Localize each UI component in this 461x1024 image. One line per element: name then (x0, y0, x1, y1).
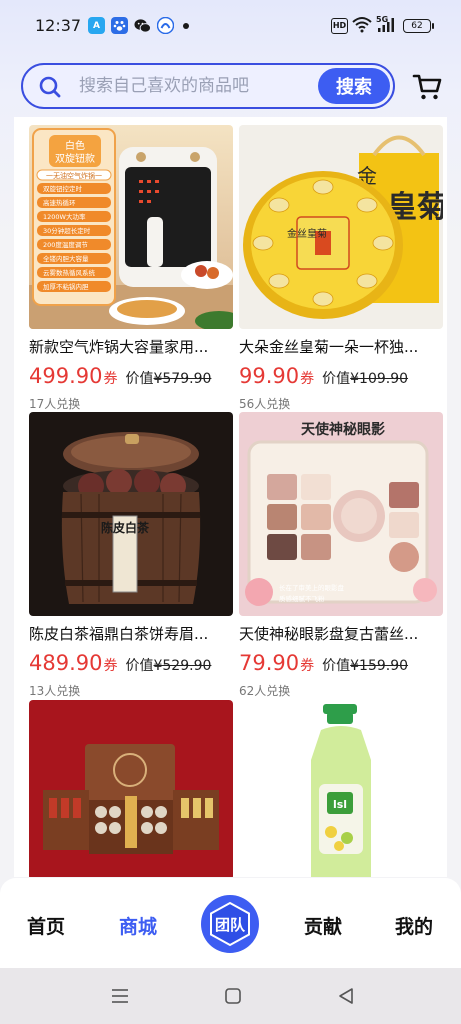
status-time: 12:37 (35, 16, 82, 35)
product-title: 天使神秘眼影盘复古蕾丝... (239, 625, 419, 643)
nav-contribute[interactable]: 贡献 (304, 912, 342, 939)
product-image (29, 700, 233, 877)
original-price: ¥159.90 (350, 658, 409, 674)
app-notification-icon: A (88, 17, 105, 34)
nav-mine[interactable]: 我的 (395, 912, 433, 939)
redeemed-count: 62人兑换 (239, 684, 291, 698)
search-bar: 搜索 (21, 63, 395, 109)
redeemed-count: 13人兑换 (29, 684, 81, 698)
bottom-navigation: 首页 商城 团队 贡献 我的 (0, 878, 461, 968)
value-label: 价值 (125, 658, 154, 674)
product-image: 皇菊 金 金丝皇菊 (239, 125, 443, 329)
feature-text: 200度温度调节 (43, 240, 88, 249)
image-text-model: 双旋钮款 (55, 152, 95, 165)
product-price: 99.90 (239, 364, 300, 388)
hd-icon: HD (331, 18, 348, 34)
product-grid: 白色 双旋钮款 一无油空气炸锅一 双旋钮控定时 高速热循环 1200W大功率 3… (14, 117, 447, 877)
image-text-headline: 天使神秘眼影 (301, 421, 385, 438)
product-card[interactable]: 皇菊 金 金丝皇菊 大朵金丝皇菊一朵一杯独... 99.90 券 价值 ¥109… (239, 125, 443, 412)
status-bar: 12:37 A HD 5G 62 (0, 0, 461, 52)
nav-mall[interactable]: 商城 (119, 912, 157, 939)
product-image: lsl (239, 700, 443, 877)
feature-text: 加厚不粘锅内胆 (43, 282, 89, 291)
value-label: 价值 (322, 658, 351, 674)
product-title: 陈皮白茶福鼎白茶饼寿眉... (29, 625, 209, 643)
product-price: 489.90 (29, 651, 103, 675)
redeemed-count: 17人兑换 (29, 397, 81, 411)
back-triangle-icon[interactable] (337, 987, 355, 1009)
product-card[interactable]: 陈皮白茶 陈皮白茶福鼎白茶饼寿眉... 489.90 券 价值 ¥529.90 … (29, 412, 233, 699)
nav-team-label: 团队 (214, 915, 245, 934)
original-price: ¥109.90 (350, 371, 409, 387)
product-card[interactable]: 天使神秘眼影 长在了审美上的眼影盘 质感细腻不飞粉 天使神秘眼影盘复古蕾丝...… (239, 412, 443, 699)
original-price: ¥579.90 (153, 371, 212, 387)
redeemed-count: 56人兑换 (239, 397, 291, 411)
feature-text: 高速热循环 (43, 198, 76, 207)
image-text-caption: 长在了审美上的眼影盘 (279, 583, 345, 592)
product-price: 499.90 (29, 364, 103, 388)
search-button[interactable]: 搜索 (318, 68, 390, 104)
shopping-cart-icon[interactable] (412, 72, 442, 106)
feature-text: 双旋钮控定时 (43, 184, 83, 193)
system-navigation-bar (0, 968, 461, 1024)
feature-text: 1200W大功率 (43, 212, 86, 221)
image-text-sub: 一无油空气炸锅一 (46, 171, 102, 180)
search-input[interactable] (79, 73, 309, 99)
product-card[interactable] (29, 700, 233, 877)
feature-text: 30分钟超长定时 (43, 226, 91, 235)
wifi-icon (352, 15, 372, 37)
signal-icon: 5G (376, 14, 396, 38)
image-text-label: 陈皮白茶 (101, 520, 150, 535)
wechat-icon (134, 17, 151, 34)
product-card[interactable]: 白色 双旋钮款 一无油空气炸锅一 双旋钮控定时 高速热循环 1200W大功率 3… (29, 125, 233, 412)
image-text-label: 金丝皇菊 (287, 227, 327, 240)
product-image: 天使神秘眼影 长在了审美上的眼影盘 质感细腻不飞粉 (239, 412, 443, 616)
battery-indicator: 62 (403, 19, 434, 33)
price-row: 99.90 券 价值 ¥109.90 (239, 364, 443, 390)
product-title: 新款空气炸锅大容量家用... (29, 338, 209, 356)
price-row: 489.90 券 价值 ¥529.90 (29, 651, 233, 677)
coupon-label: 券 (103, 658, 118, 674)
coupon-label: 券 (103, 371, 118, 387)
paw-app-icon (111, 17, 128, 34)
coupon-label: 券 (300, 371, 315, 387)
nav-team-button[interactable]: 团队 (201, 895, 259, 953)
product-title: 大朵金丝皇菊一朵一杯独... (239, 338, 419, 356)
product-image: 陈皮白茶 (29, 412, 233, 616)
svg-text:5G: 5G (376, 15, 388, 24)
image-text-color: 白色 (65, 139, 85, 152)
image-text-caption: 质感细腻不飞粉 (279, 594, 325, 603)
product-card[interactable]: lsl (239, 700, 443, 877)
coupon-label: 券 (300, 658, 315, 674)
feature-text: 全镂内胆大容量 (43, 254, 89, 263)
price-row: 79.90 券 价值 ¥159.90 (239, 651, 443, 677)
menu-icon[interactable] (111, 987, 129, 1009)
product-image: 白色 双旋钮款 一无油空气炸锅一 双旋钮控定时 高速热循环 1200W大功率 3… (29, 125, 233, 329)
original-price: ¥529.90 (153, 658, 212, 674)
more-notifications-dot (183, 23, 189, 29)
product-price: 79.90 (239, 651, 300, 675)
value-label: 价值 (322, 371, 351, 387)
value-label: 价值 (125, 371, 154, 387)
blue-app-icon (157, 17, 174, 34)
search-icon (39, 76, 61, 102)
price-row: 499.90 券 价值 ¥579.90 (29, 364, 233, 390)
home-square-icon[interactable] (224, 987, 242, 1009)
nav-home[interactable]: 首页 (27, 912, 65, 939)
feature-text: 云雾数热循风系统 (43, 268, 96, 277)
image-text-bottle: lsl (333, 798, 347, 811)
